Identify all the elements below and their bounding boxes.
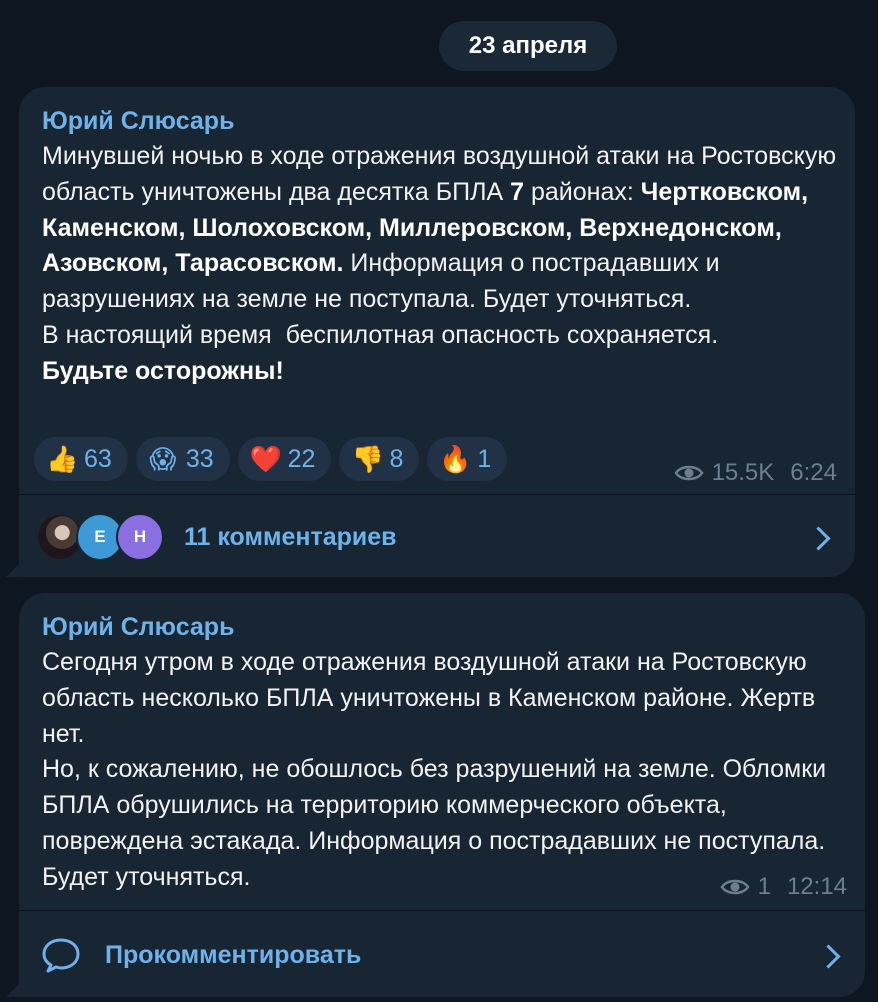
thumbs-up-icon: 👍	[46, 444, 79, 474]
author-name[interactable]: Юрий Слюсарь	[42, 613, 234, 642]
reaction-count: 22	[287, 444, 316, 473]
reaction-thumbs-up[interactable]: 👍 63	[34, 437, 128, 481]
message-text: Минувшей ночью в ходе отражения воздушно…	[42, 142, 844, 385]
reaction-count: 1	[477, 444, 492, 473]
commenter-avatars: E H	[36, 513, 166, 561]
reaction-scream[interactable]: 😱 33	[135, 437, 230, 481]
reactions-bar: 👍 63 😱 33 ❤️ 22 👎 8 🔥 1	[34, 437, 508, 481]
comment-label[interactable]: Прокомментировать	[105, 941, 361, 970]
date-separator: 23 апреля	[439, 21, 617, 71]
chevron-right-icon[interactable]	[816, 944, 841, 969]
comments-button[interactable]: E H 11 комментариев	[19, 497, 855, 577]
heart-icon: ❤️	[249, 444, 282, 474]
eye-icon	[720, 879, 750, 895]
message-bubble[interactable]: Юрий Слюсарь Сегодня утром в ходе отраже…	[19, 593, 865, 997]
reaction-fire[interactable]: 🔥 1	[427, 437, 508, 481]
message-time: 12:14	[786, 873, 847, 900]
message-text: Сегодня утром в ходе отражения воздушной…	[42, 648, 827, 891]
reaction-heart[interactable]: ❤️ 22	[237, 437, 332, 481]
eye-icon	[674, 465, 704, 481]
view-count: 1	[757, 873, 771, 900]
reaction-count: 33	[185, 444, 214, 473]
reaction-count: 63	[84, 444, 112, 473]
comment-button[interactable]: Прокомментировать	[19, 915, 865, 995]
reaction-count: 8	[389, 444, 404, 473]
scream-face-icon: 😱	[149, 444, 177, 474]
reaction-thumbs-down[interactable]: 👎 8	[339, 437, 420, 481]
chevron-right-icon[interactable]	[806, 526, 831, 551]
message-meta: 1 12:14	[720, 873, 847, 901]
speech-bubble-icon	[42, 938, 80, 973]
avatar: H	[116, 513, 164, 561]
message-time: 6:24	[790, 459, 837, 486]
message-meta: 15.5K 6:24	[674, 459, 837, 487]
divider	[19, 494, 855, 495]
thumbs-down-icon: 👎	[351, 444, 384, 474]
author-name[interactable]: Юрий Слюсарь	[42, 107, 234, 136]
message-bubble[interactable]: Юрий Слюсарь Минувшей ночью в ходе отраж…	[19, 87, 855, 577]
view-count: 15.5K	[711, 459, 775, 486]
comments-count-label[interactable]: 11 комментариев	[184, 523, 397, 552]
divider	[19, 910, 865, 911]
fire-icon: 🔥	[439, 444, 472, 474]
